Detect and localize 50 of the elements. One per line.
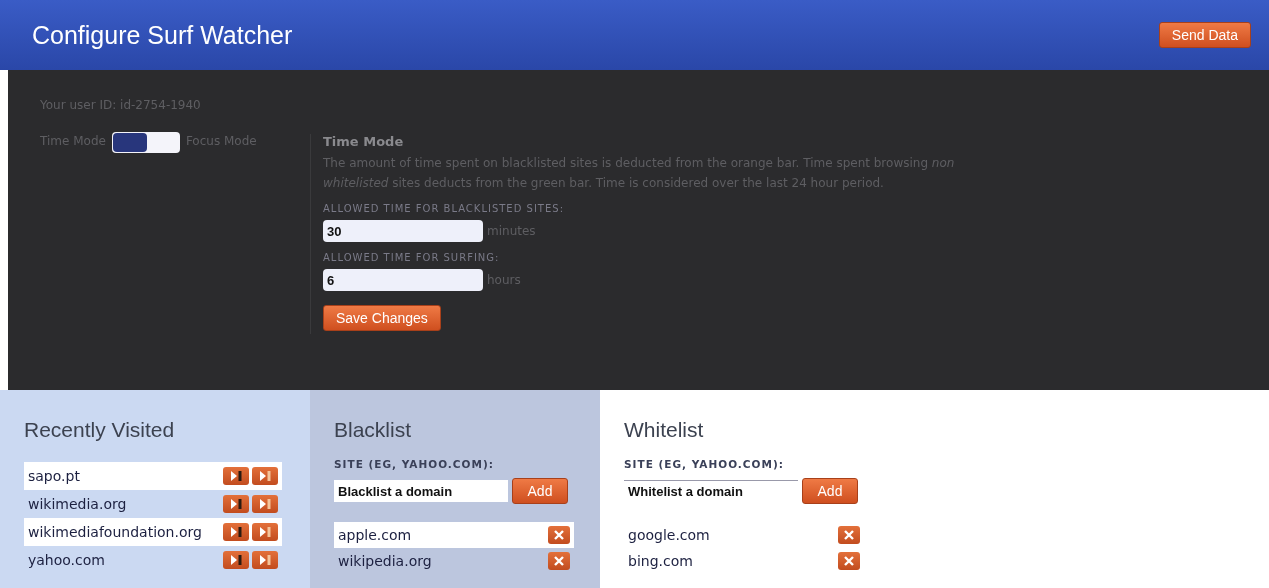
add-button[interactable]: Add [512, 478, 568, 504]
play-bar-icon [229, 470, 243, 482]
section-title: Whitelist [624, 418, 705, 442]
add-button[interactable]: Add [802, 478, 858, 504]
save-changes-button[interactable]: Save Changes [323, 305, 441, 331]
play-bar-icon [229, 554, 243, 566]
allow-site-button[interactable] [252, 467, 278, 485]
allow-site-button[interactable] [252, 495, 278, 513]
site-name: bing.com [628, 553, 693, 569]
play-bar-icon [258, 526, 272, 538]
close-icon [553, 555, 565, 567]
remove-button[interactable] [838, 552, 860, 570]
play-bar-icon [229, 498, 243, 510]
remove-button[interactable] [838, 526, 860, 544]
play-bar-icon [229, 526, 243, 538]
block-site-button[interactable] [223, 495, 249, 513]
domain-input[interactable]: Blacklist a domain [334, 480, 508, 502]
section-title: Blacklist [334, 418, 413, 442]
close-icon [553, 529, 565, 541]
section-title: Recently Visited [24, 418, 176, 442]
site-name: yahoo.com [28, 552, 105, 568]
block-site-button[interactable] [223, 551, 249, 569]
remove-button[interactable] [548, 552, 570, 570]
allow-site-button[interactable] [252, 523, 278, 541]
block-site-button[interactable] [223, 467, 249, 485]
mode-toggle[interactable] [111, 132, 180, 153]
play-bar-icon [258, 470, 272, 482]
site-name: wikimediafoundation.org [28, 524, 202, 540]
block-site-button[interactable] [223, 523, 249, 541]
site-name: wikipedia.org [338, 553, 432, 569]
field-label: ALLOWED TIME FOR SURFING: [323, 252, 501, 263]
site-name: wikimedia.org [28, 496, 127, 512]
time-input[interactable]: 6 [323, 269, 483, 291]
close-icon [843, 529, 855, 541]
mode-title: Time Mode [323, 134, 405, 149]
site-name: sapo.pt [28, 468, 80, 484]
site-name: apple.com [338, 527, 412, 543]
site-name: google.com [628, 527, 710, 543]
remove-button[interactable] [548, 526, 570, 544]
page-title: Configure Surf Watcher [32, 20, 293, 50]
play-bar-icon [258, 498, 272, 510]
close-icon [843, 555, 855, 567]
field-label: ALLOWED TIME FOR BLACKLISTED SITES: [323, 203, 565, 214]
play-bar-icon [258, 554, 272, 566]
allow-site-button[interactable] [252, 551, 278, 569]
send-data-button[interactable]: Send Data [1158, 22, 1251, 48]
time-input[interactable]: 30 [323, 220, 483, 242]
field-label: SITE (EG, YAHOO.COM): [624, 458, 785, 470]
domain-input[interactable]: Whitelist a domain [624, 480, 798, 502]
field-label: SITE (EG, YAHOO.COM): [334, 458, 495, 470]
